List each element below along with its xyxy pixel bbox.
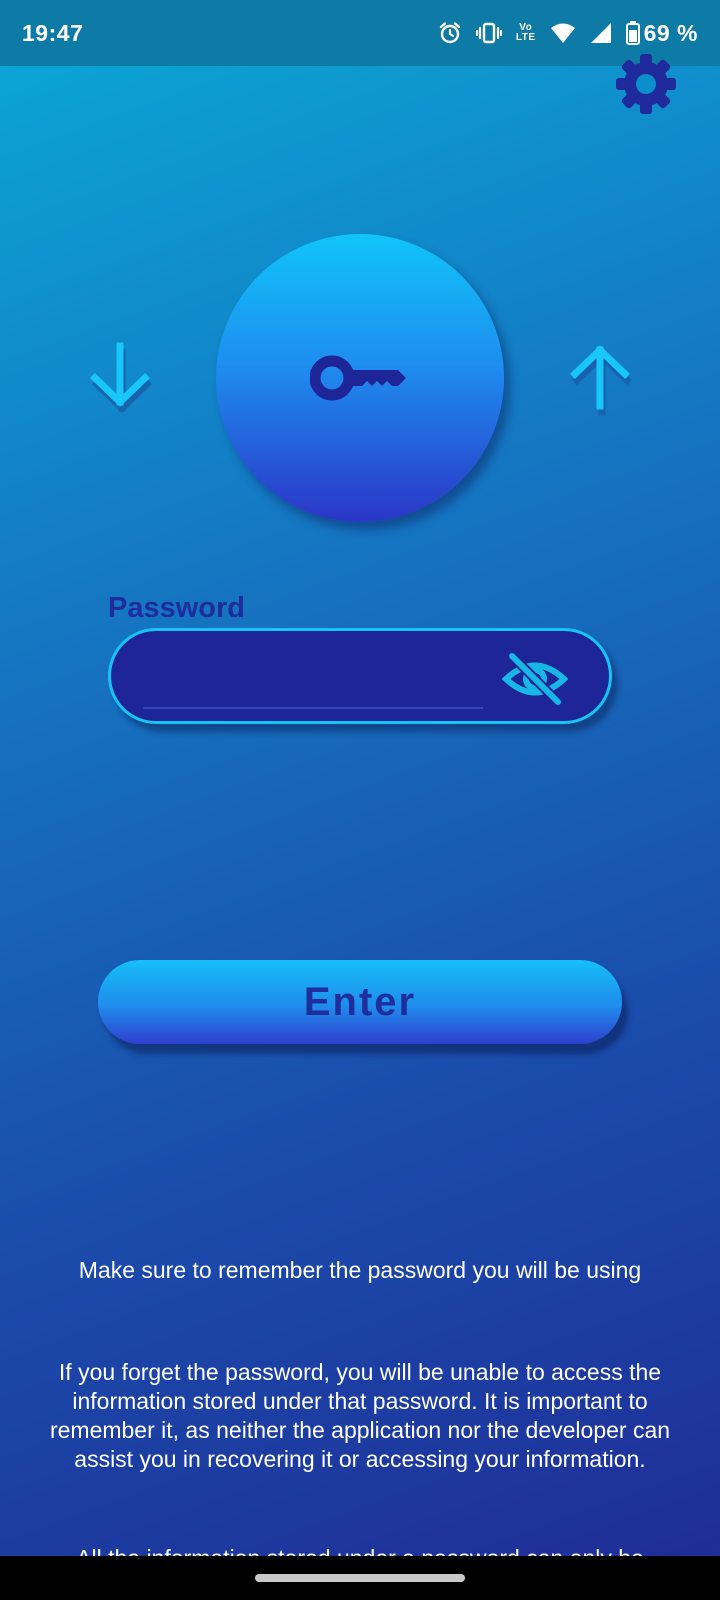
enter-button[interactable]: Enter bbox=[98, 960, 622, 1044]
key-icon bbox=[310, 355, 406, 401]
password-label: Password bbox=[108, 592, 245, 624]
status-bar: 19:47 Vo LTE 69 % bbox=[0, 0, 720, 66]
eye-off-icon bbox=[502, 652, 568, 706]
input-underline bbox=[143, 707, 483, 709]
gear-icon bbox=[616, 54, 676, 114]
volte-label-bottom: LTE bbox=[515, 32, 536, 43]
password-field bbox=[108, 628, 612, 724]
status-icons: Vo LTE 69 % bbox=[438, 20, 698, 47]
navigation-bar bbox=[0, 1556, 720, 1600]
settings-button[interactable] bbox=[614, 52, 678, 116]
vibrate-icon bbox=[475, 21, 502, 45]
remember-password-text: Make sure to remember the password you w… bbox=[78, 1257, 642, 1283]
battery-icon bbox=[625, 21, 640, 45]
arrow-down-icon bbox=[85, 340, 155, 420]
toggle-visibility-button[interactable] bbox=[499, 649, 571, 709]
key-button[interactable] bbox=[216, 234, 504, 522]
alarm-icon bbox=[438, 21, 462, 45]
password-input[interactable] bbox=[143, 645, 483, 701]
arrow-up-icon bbox=[565, 340, 635, 420]
forgot-password-warning: If you forget the password, you will be … bbox=[49, 1359, 671, 1472]
home-gesture-handle[interactable] bbox=[255, 1574, 465, 1582]
battery-indicator: 69 % bbox=[625, 19, 698, 47]
signal-icon bbox=[590, 22, 612, 44]
status-time: 19:47 bbox=[22, 19, 84, 46]
volte-icon: Vo LTE bbox=[516, 23, 536, 43]
wifi-icon bbox=[550, 22, 576, 44]
battery-percent: 69 % bbox=[643, 19, 698, 46]
